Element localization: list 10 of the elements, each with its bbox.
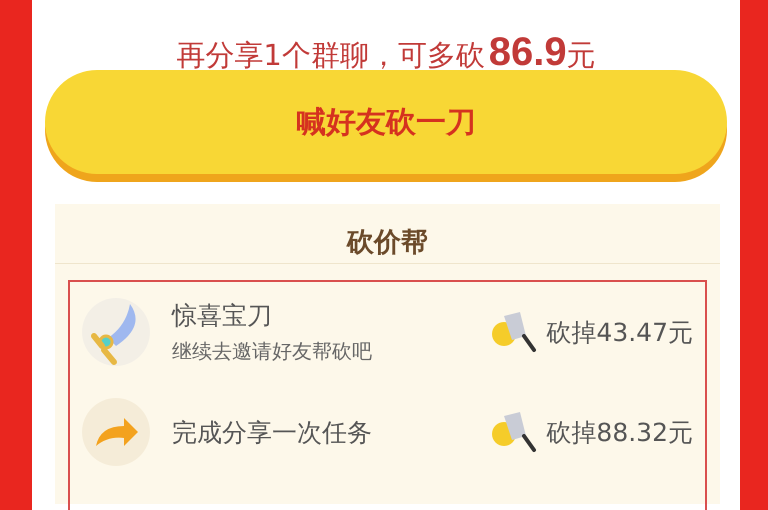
panel-title: 砍价帮: [55, 204, 720, 264]
invite-friends-button[interactable]: 喊好友砍一刀: [45, 70, 727, 174]
cleaver-icon: [490, 410, 538, 454]
cleaver-icon: [490, 310, 538, 354]
sword-icon: [80, 296, 152, 368]
helper-name: 完成分享一次任务: [172, 416, 373, 448]
cut-amount: 砍掉43.47元: [546, 316, 693, 348]
cut-amount: 砍掉88.32元: [546, 416, 693, 448]
helper-name: 惊喜宝刀: [172, 300, 273, 332]
helper-note: 继续去邀请好友帮砍吧: [172, 338, 373, 365]
